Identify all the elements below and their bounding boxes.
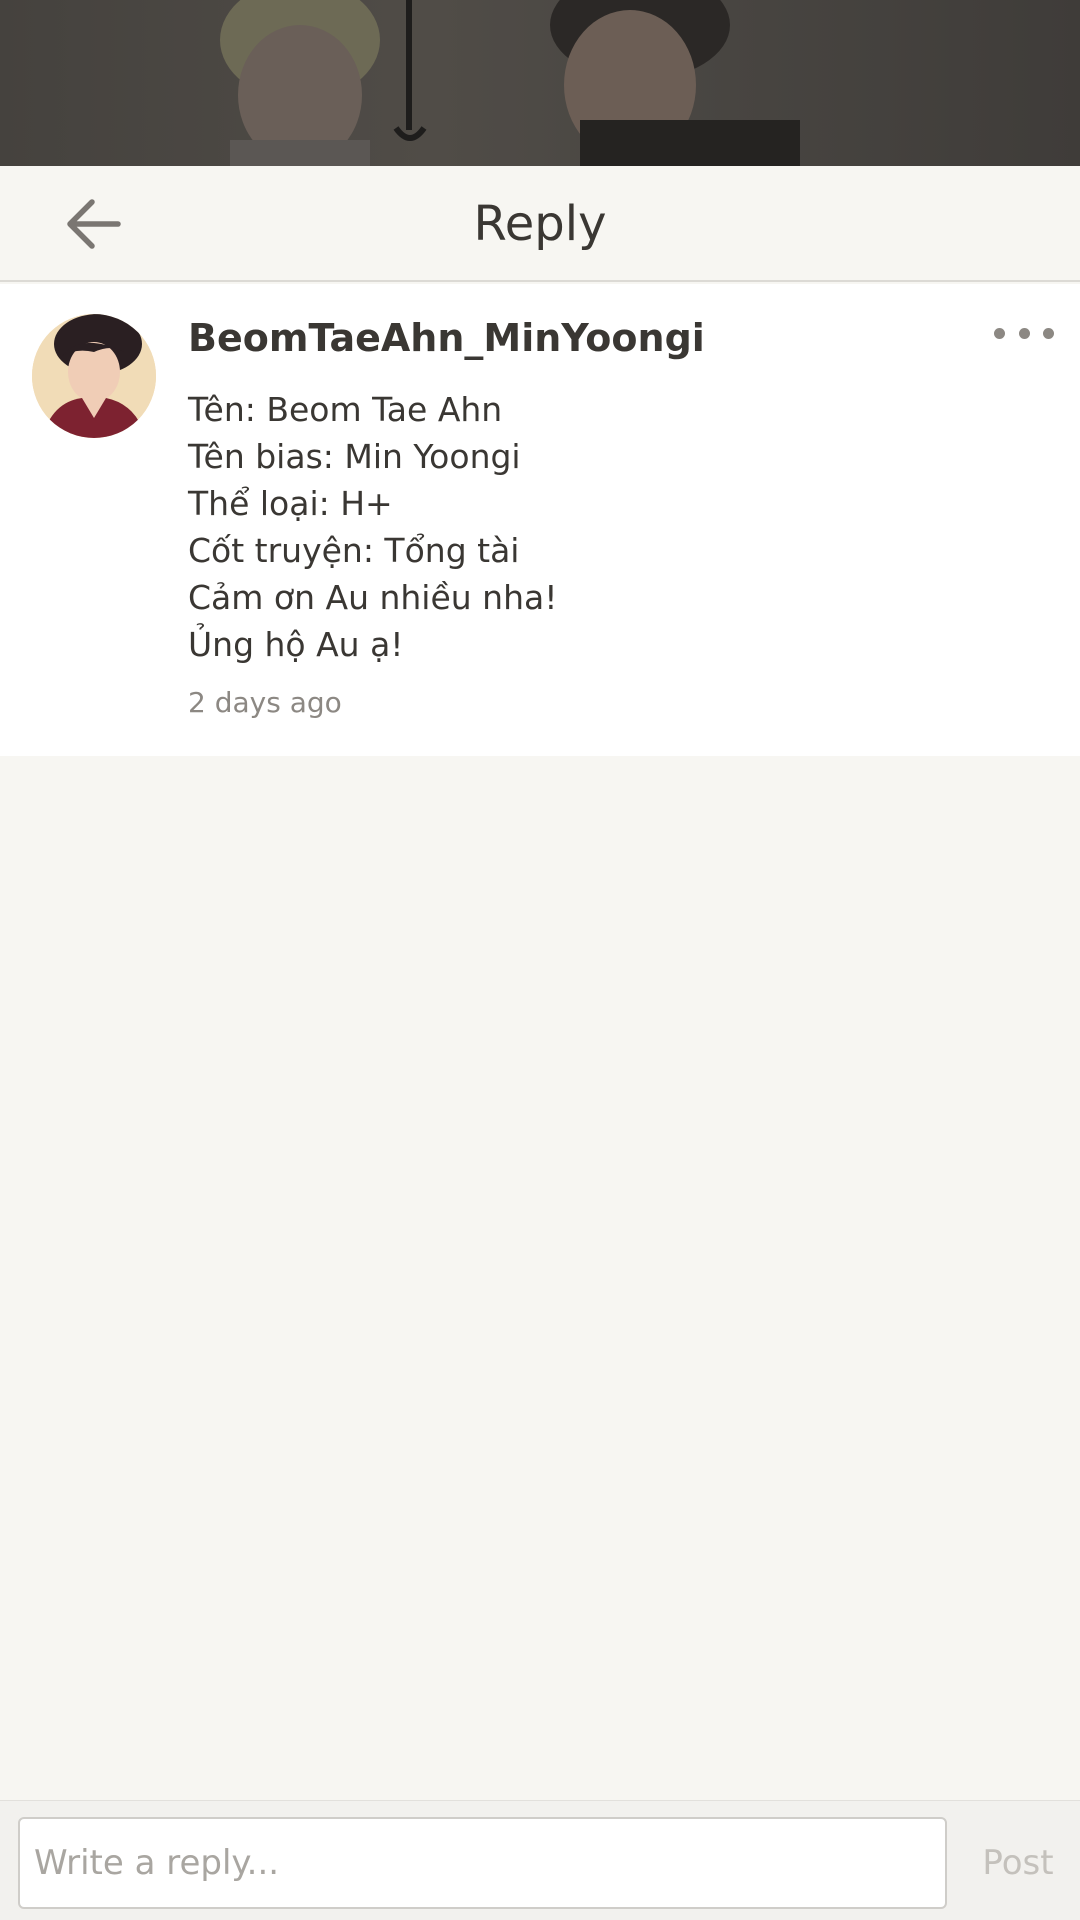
- arrow-left-icon: [67, 199, 121, 249]
- comment-line: Thể loại: H+: [188, 484, 393, 523]
- background-photo: [0, 0, 1080, 166]
- comment-text: Tên: Beom Tae Ahn Tên bias: Min Yoongi T…: [188, 386, 1008, 668]
- reply-input[interactable]: [18, 1817, 947, 1909]
- header-bar: Reply: [0, 166, 1080, 282]
- comment-line: Ủng hộ Au ạ!: [188, 625, 404, 664]
- reply-bar: Post: [0, 1800, 1080, 1920]
- comment-line: Tên bias: Min Yoongi: [188, 437, 521, 476]
- reply-screen: Reply BeomTaeAhn_MinYoongi Tên: Beom Tae…: [0, 0, 1080, 1920]
- more-dots-icon: [994, 327, 1005, 339]
- avatar[interactable]: [32, 314, 156, 438]
- back-button[interactable]: [56, 194, 132, 254]
- comment-line: Tên: Beom Tae Ahn: [188, 390, 503, 429]
- more-options-button[interactable]: [994, 318, 1054, 348]
- comment-line: Cảm ơn Au nhiều nha!: [188, 578, 558, 617]
- page-title: Reply: [473, 196, 607, 252]
- comment-line: Cốt truyện: Tổng tài: [188, 531, 520, 570]
- comment-timestamp: 2 days ago: [188, 686, 342, 719]
- more-dots-icon: [1043, 327, 1054, 339]
- comment-username[interactable]: BeomTaeAhn_MinYoongi: [188, 316, 705, 360]
- more-dots-icon: [1018, 327, 1030, 339]
- comment-card: BeomTaeAhn_MinYoongi Tên: Beom Tae Ahn T…: [0, 284, 1080, 756]
- post-button[interactable]: Post: [966, 1817, 1070, 1909]
